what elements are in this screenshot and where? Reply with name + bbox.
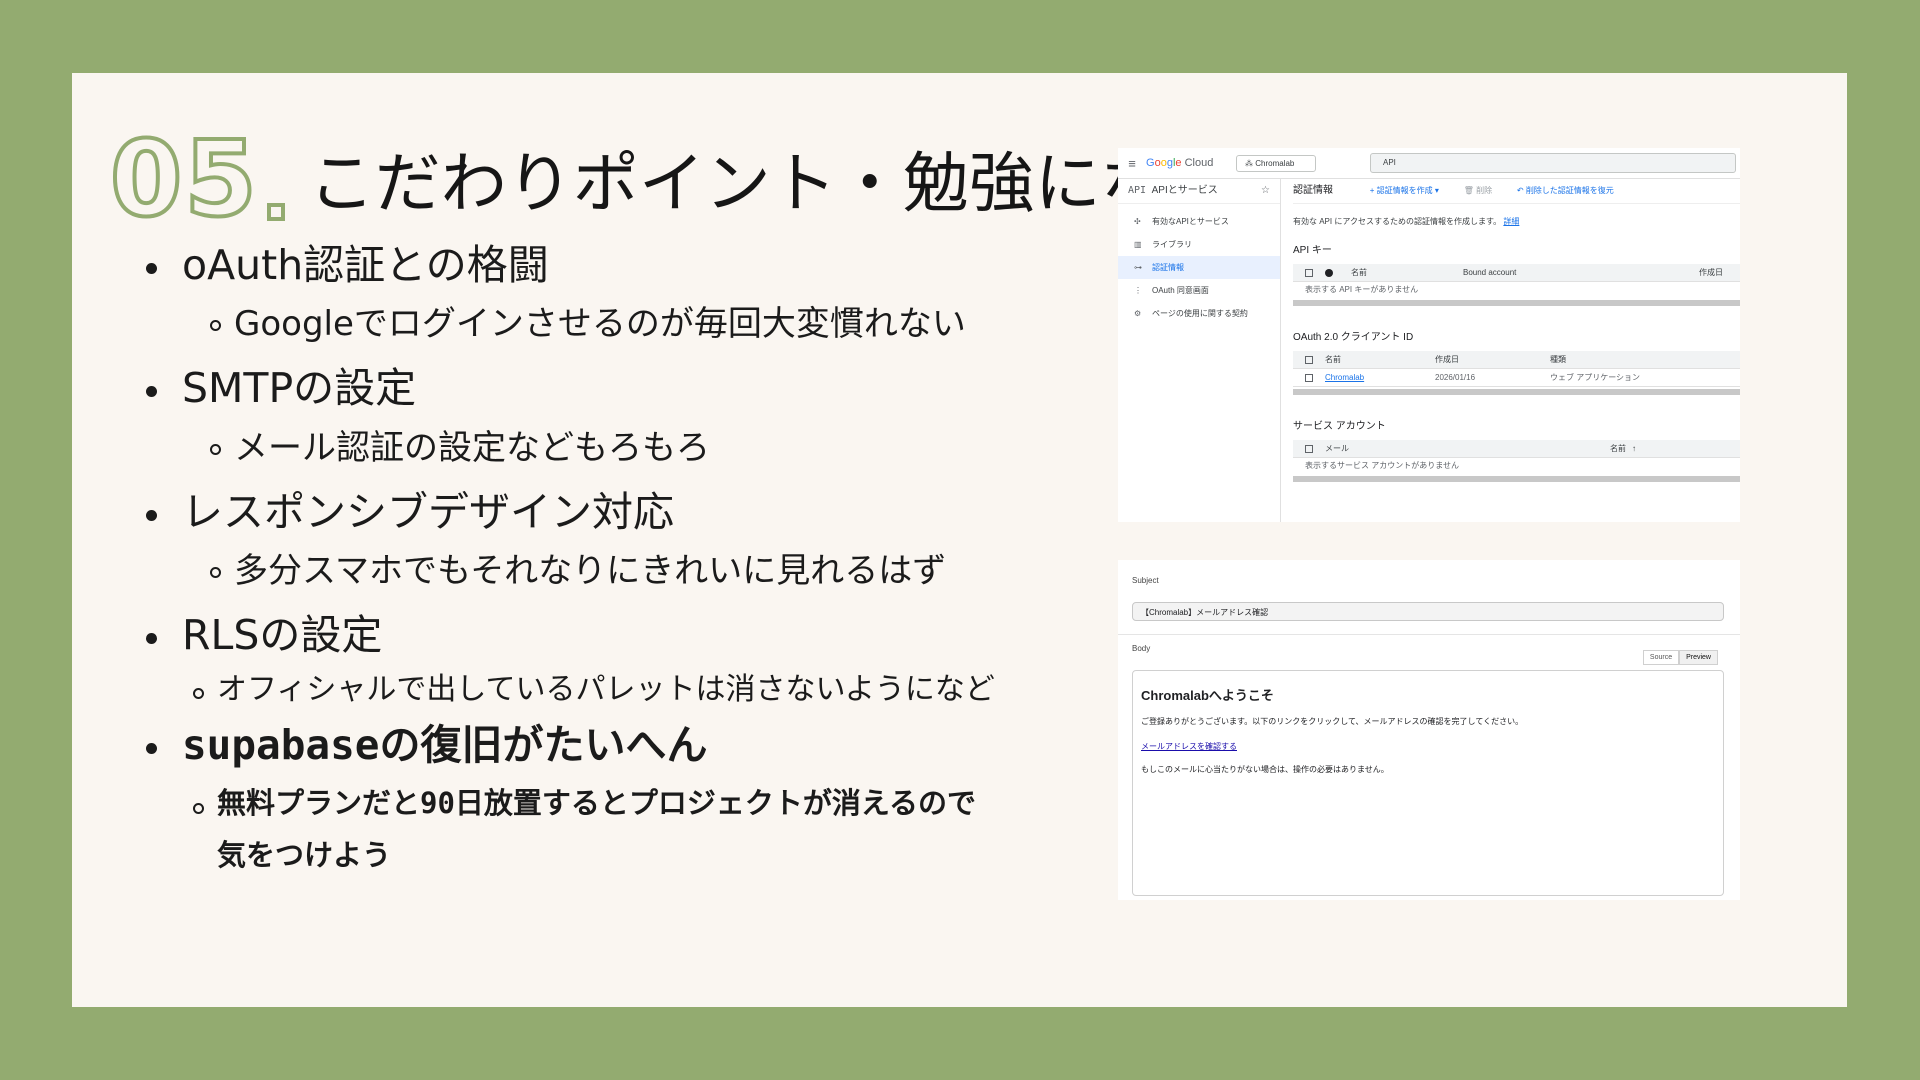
status-dot-icon <box>1325 268 1333 277</box>
body-label: Body <box>1132 644 1151 653</box>
key-icon: ⊶ <box>1134 263 1142 272</box>
sub-bullet-item: オフィシャルで出しているパレットは消さないようになど <box>193 670 1144 709</box>
tab-preview[interactable]: Preview <box>1679 650 1718 665</box>
create-credentials-button[interactable]: + 認証情報を作成 ▾ <box>1370 186 1439 195</box>
sub-bullet-item: Googleでログインさせるのが毎回大変慣れない <box>210 302 1144 346</box>
subject-input[interactable]: 【Chromalab】メールアドレス確認 <box>1132 602 1724 621</box>
sub-bullet-item: 多分スマホでもそれなりにきれいに見れるはず <box>210 549 1144 593</box>
service-account-empty: 表示するサービス アカウントがありません <box>1305 461 1459 470</box>
sidebar-header: API APIとサービス ☆ <box>1118 179 1280 204</box>
library-icon: ▥ <box>1134 240 1142 249</box>
oauth-table: 名前 作成日 種類 Chromalab 2026/01/16 ウェブ アプリケー… <box>1293 351 1740 395</box>
delete-button[interactable]: 🗑 削除 <box>1464 186 1492 195</box>
subject-label: Subject <box>1132 576 1159 585</box>
select-all-checkbox[interactable] <box>1305 268 1313 277</box>
sub-bullet-item: メール認証の設定などもろもろ <box>210 426 1144 470</box>
bullet-list: oAuth認証との格闘 Googleでログインさせるのが毎回大変慣れない SMT… <box>144 241 1144 874</box>
sort-arrow-icon[interactable]: ↑ <box>1632 444 1636 453</box>
service-account-section-title: サービス アカウント <box>1293 421 1386 432</box>
decorative-square <box>266 203 285 221</box>
google-cloud-screenshot: ≡ Google Cloud ⁂ Chromalab API API APIとサ… <box>1118 148 1740 522</box>
star-icon[interactable]: ☆ <box>1261 179 1270 203</box>
api-icon: API <box>1128 185 1147 196</box>
api-key-empty: 表示する API キーがありません <box>1305 285 1419 294</box>
service-account-table: メール 名前 ↑ 表示するサービス アカウントがありません <box>1293 440 1740 482</box>
email-paragraph: ご登録ありがとうございます。以下のリンクをクリックして、メールアドレスの確認を完… <box>1141 717 1524 726</box>
api-key-section-title: API キー <box>1293 245 1332 256</box>
email-paragraph: もしこのメールに心当たりがない場合は、操作の必要はありません。 <box>1141 765 1389 774</box>
api-key-table: 名前 Bound account 作成日 表示する API キーがありません <box>1293 264 1740 306</box>
section-number: 05 <box>108 118 259 240</box>
bullet-item: RLSの設定 <box>144 611 1144 660</box>
table-header: メール 名前 ↑ <box>1293 440 1740 458</box>
email-template-screenshot: Subject 【Chromalab】メールアドレス確認 Body Source… <box>1118 560 1740 900</box>
gc-sidebar: API APIとサービス ☆ ✣ 有効なAPIとサービス ▥ ライブラリ ⊶ 認証情報 … <box>1118 179 1281 522</box>
scrollbar[interactable] <box>1293 300 1740 306</box>
sidebar-item-library[interactable]: ▥ ライブラリ <box>1118 233 1280 256</box>
project-selector[interactable]: ⁂ Chromalab <box>1236 154 1316 172</box>
gc-main: 認証情報 + 認証情報を作成 ▾ 🗑 削除 ↶ 削除した認証情報を復元 有効な … <box>1293 179 1740 522</box>
restore-button[interactable]: ↶ 削除した認証情報を復元 <box>1517 186 1614 195</box>
divider <box>1118 634 1740 635</box>
email-heading: Chromalabへようこそ <box>1141 688 1274 703</box>
confirm-email-link[interactable]: メールアドレスを確認する <box>1141 741 1715 752</box>
credentials-description: 有効な API にアクセスするための認証情報を作成します。 詳細 <box>1293 217 1520 226</box>
bullet-item: oAuth認証との格闘 <box>144 241 1144 290</box>
search-input[interactable]: API <box>1370 153 1736 173</box>
row-checkbox[interactable] <box>1305 373 1313 382</box>
client-link[interactable]: Chromalab <box>1325 373 1435 382</box>
bullet-item: レスポンシブデザイン対応 <box>144 488 1144 537</box>
settings-icon: ⚙ <box>1134 309 1142 318</box>
gc-topbar: ≡ Google Cloud ⁂ Chromalab API <box>1118 148 1740 179</box>
bullet-item: supabaseの復旧がたいへん <box>144 721 1144 770</box>
credentials-title: 認証情報 <box>1293 185 1333 196</box>
diamond-icon: ✣ <box>1134 217 1141 226</box>
sidebar-item-page-usage[interactable]: ⚙ ページの使用に関する契約 <box>1118 302 1280 325</box>
credentials-header: 認証情報 + 認証情報を作成 ▾ 🗑 削除 ↶ 削除した認証情報を復元 <box>1293 179 1740 204</box>
sidebar-item-credentials[interactable]: ⊶ 認証情報 <box>1118 256 1280 279</box>
google-cloud-logo[interactable]: Google Cloud <box>1146 157 1236 169</box>
view-tabs: Source Preview <box>1642 650 1718 665</box>
scrollbar[interactable] <box>1293 389 1740 395</box>
consent-icon: ⋮ <box>1134 286 1142 295</box>
email-preview-body: Chromalabへようこそ ご登録ありがとうございます。以下のリンクをクリック… <box>1132 670 1724 896</box>
hamburger-menu-icon[interactable]: ≡ <box>1118 156 1146 171</box>
oauth-section-title: OAuth 2.0 クライアント ID <box>1293 332 1414 343</box>
sub-bullet-continuation: 気をつけよう <box>217 838 392 873</box>
learn-more-link[interactable]: 詳細 <box>1503 217 1519 226</box>
select-all-checkbox[interactable] <box>1305 444 1313 453</box>
sub-bullet-item: 無料プランだと90日放置するとプロジェクトが消えるので <box>193 785 1144 823</box>
table-header: 名前 作成日 種類 <box>1293 351 1740 369</box>
bullet-item: SMTPの設定 <box>144 364 1144 413</box>
scrollbar[interactable] <box>1293 476 1740 482</box>
tab-source[interactable]: Source <box>1642 650 1680 665</box>
table-row[interactable]: Chromalab 2026/01/16 ウェブ アプリケーション <box>1293 369 1740 387</box>
table-header: 名前 Bound account 作成日 <box>1293 264 1740 282</box>
sidebar-item-enabled-apis[interactable]: ✣ 有効なAPIとサービス <box>1118 210 1280 233</box>
sidebar-item-oauth-consent[interactable]: ⋮ OAuth 同意画面 <box>1118 279 1280 302</box>
select-all-checkbox[interactable] <box>1305 355 1313 364</box>
